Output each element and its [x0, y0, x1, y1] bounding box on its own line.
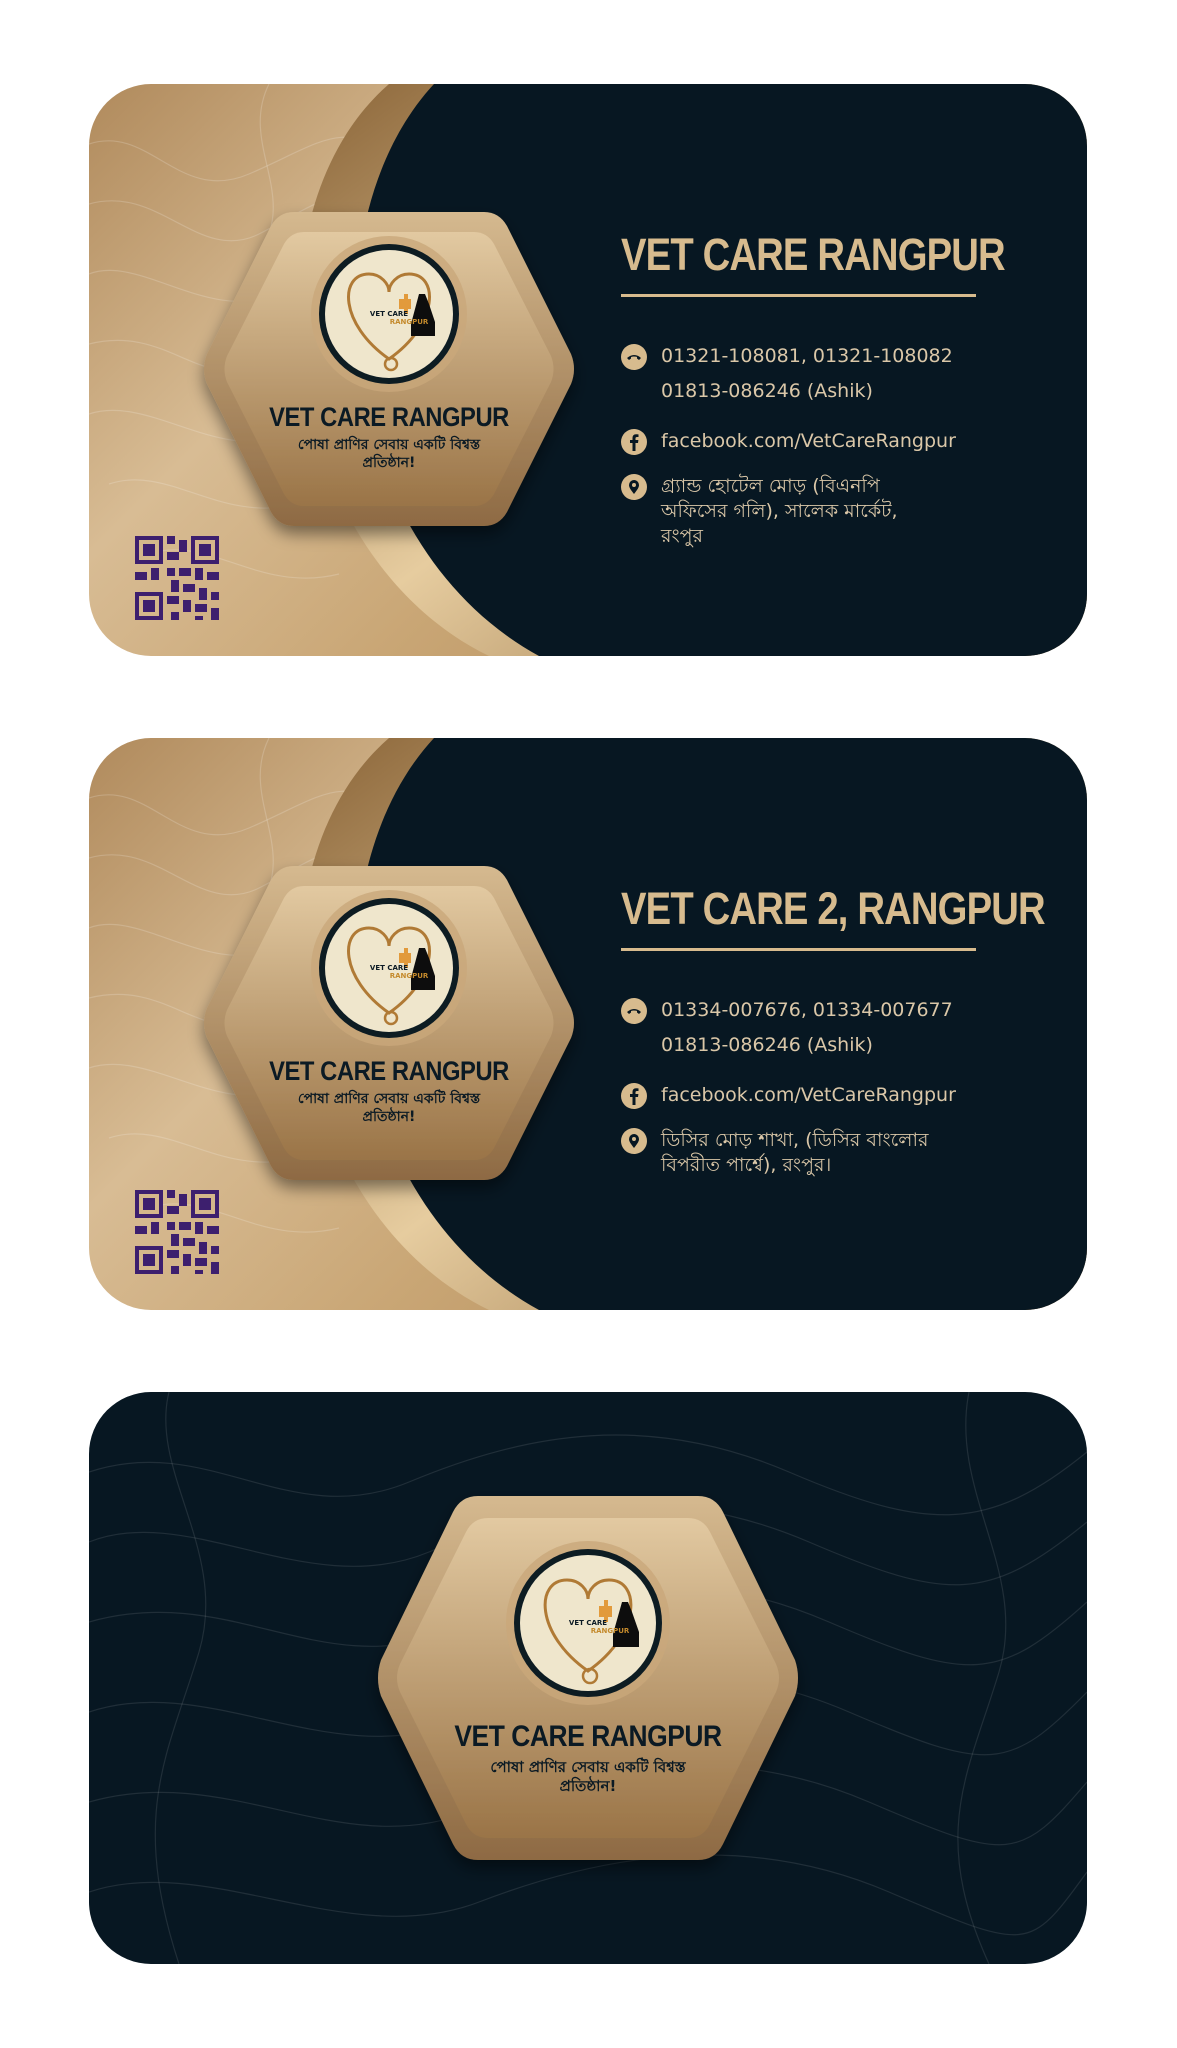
emblem-subtext: RANGPUR — [389, 318, 429, 326]
card-title: VET CARE 2, RANGPUR — [621, 883, 1046, 934]
logo-tagline-line2: প্রতিষ্ঠান! — [362, 1108, 416, 1125]
logo-brand-name: VET CARE RANGPUR — [269, 402, 509, 432]
business-card-front-1: VET CARE RANGPUR VET CARE RANGPUR পোষা প… — [89, 84, 1087, 656]
facebook-url[interactable]: facebook.com/VetCareRangpur — [661, 424, 1041, 459]
location-pin-icon — [621, 474, 647, 500]
emblem-text: VET CARE — [568, 1619, 608, 1627]
qr-code-icon — [135, 1190, 219, 1274]
phone-numbers-secondary: 01813-086246 (Ashik) — [661, 1034, 873, 1056]
contact-info: VET CARE 2, RANGPUR 01334-007676, 01334-… — [621, 883, 1046, 1178]
facebook-icon — [621, 429, 647, 455]
address-line: গ্র্যান্ড হোটেল মোড় (বিএনপি — [661, 475, 880, 497]
logo-hexagon: VET CARE RANGPUR VET CARE RANGPUR পোষা প… — [373, 1488, 803, 1868]
logo-tagline-line1: পোষা প্রাণির সেবায় একটি বিশ্বস্ত — [490, 1758, 686, 1776]
facebook-url[interactable]: facebook.com/VetCareRangpur — [661, 1078, 1041, 1113]
facebook-row: facebook.com/VetCareRangpur — [621, 424, 1041, 459]
qr-code-icon — [135, 536, 219, 620]
emblem-text: VET CARE — [369, 310, 409, 318]
logo-tagline-line2: প্রতিষ্ঠান! — [559, 1776, 617, 1795]
facebook-row: facebook.com/VetCareRangpur — [621, 1078, 1041, 1113]
address-line: ডিসির মোড় শাখা, (ডিসির বাংলোর — [661, 1129, 929, 1151]
phone-icon — [621, 344, 647, 370]
phone-row: 01334-007676, 01334-007677 01813-086246 … — [621, 993, 1041, 1063]
phone-numbers: 01334-007676, 01334-007677 — [661, 999, 953, 1021]
logo-tagline-line1: পোষা প্রাণির সেবায় একটি বিশ্বস্ত — [297, 1091, 481, 1107]
phone-numbers: 01321-108081, 01321-108082 — [661, 345, 953, 367]
business-card-back: VET CARE RANGPUR VET CARE RANGPUR পোষা প… — [89, 1392, 1087, 1964]
phone-icon — [621, 998, 647, 1024]
location-pin-icon — [621, 1128, 647, 1154]
address-row: ডিসির মোড় শাখা, (ডিসির বাংলোর বিপরীত পা… — [621, 1128, 1041, 1178]
address-row: গ্র্যান্ড হোটেল মোড় (বিএনপি অফিসের গলি)… — [621, 474, 1041, 549]
business-card-front-2: VET CARE RANGPUR VET CARE RANGPUR পোষা প… — [89, 738, 1087, 1310]
card-title: VET CARE RANGPUR — [621, 229, 1006, 280]
emblem-text: VET CARE — [369, 964, 409, 972]
address-line: রংপুর — [661, 525, 703, 547]
logo-brand-name: VET CARE RANGPUR — [454, 1720, 722, 1753]
phone-row: 01321-108081, 01321-108082 01813-086246 … — [621, 339, 1041, 409]
emblem-subtext: RANGPUR — [389, 972, 429, 980]
address-line: বিপরীত পার্শ্বে), রংপুর। — [661, 1154, 832, 1176]
facebook-icon — [621, 1083, 647, 1109]
emblem-subtext: RANGPUR — [590, 1627, 630, 1635]
phone-numbers-secondary: 01813-086246 (Ashik) — [661, 380, 873, 402]
logo-hexagon: VET CARE RANGPUR VET CARE RANGPUR পোষা প… — [199, 858, 579, 1188]
logo-tagline-line1: পোষা প্রাণির সেবায় একটি বিশ্বস্ত — [297, 437, 481, 453]
logo-tagline-line2: প্রতিষ্ঠান! — [362, 454, 416, 471]
logo-brand-name: VET CARE RANGPUR — [269, 1056, 509, 1086]
contact-info: VET CARE RANGPUR 01321-108081, 01321-108… — [621, 230, 1041, 549]
title-underline — [621, 948, 976, 951]
title-underline — [621, 294, 976, 297]
address-line: অফিসের গলি), সালেক মার্কেট, — [661, 500, 898, 522]
logo-hexagon: VET CARE RANGPUR VET CARE RANGPUR পোষা প… — [199, 204, 579, 534]
